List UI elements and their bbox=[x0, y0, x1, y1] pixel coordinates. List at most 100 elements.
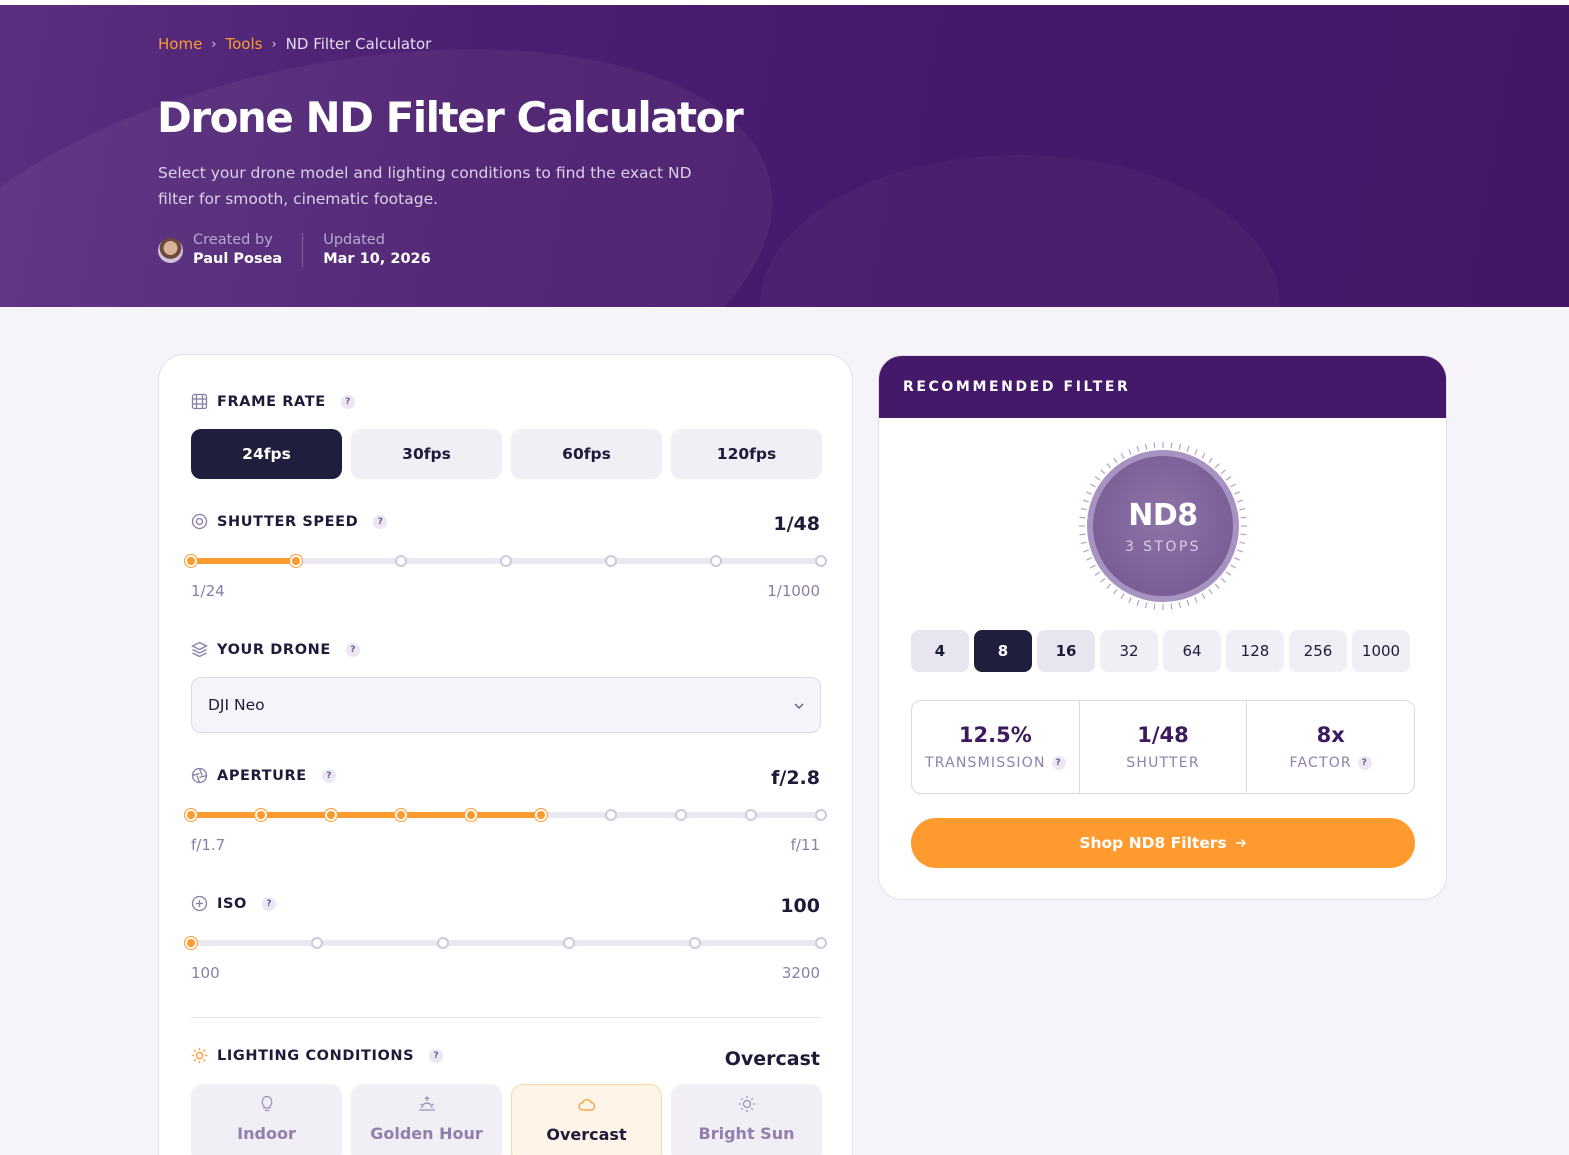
slider-stop[interactable] bbox=[689, 937, 701, 949]
stat-label: SHUTTER bbox=[1126, 755, 1200, 771]
drone-select[interactable]: DJI Neo bbox=[191, 677, 821, 733]
calculator-inputs-card: FRAME RATE ? 24fps 30fps 60fps 120fps SH… bbox=[158, 354, 853, 1155]
stat-value: 12.5% bbox=[958, 723, 1032, 747]
nd-option-16[interactable]: 16 bbox=[1037, 630, 1095, 672]
drone-header: YOUR DRONE ? bbox=[191, 641, 360, 658]
ring-tick bbox=[1236, 499, 1244, 503]
ring-tick bbox=[1230, 564, 1237, 569]
help-icon[interactable]: ? bbox=[340, 394, 355, 409]
help-icon[interactable]: ? bbox=[345, 642, 360, 657]
slider-stop[interactable] bbox=[605, 555, 617, 567]
nd-strength-options: 4 8 16 32 64 128 256 1000 bbox=[911, 630, 1410, 672]
slider-stop[interactable] bbox=[324, 809, 337, 821]
ring-tick bbox=[1186, 445, 1190, 453]
film-grid-icon bbox=[191, 393, 208, 410]
drone-selected-value: DJI Neo bbox=[208, 696, 265, 714]
aperture-slider[interactable] bbox=[185, 807, 827, 823]
chevron-down-icon bbox=[794, 698, 804, 712]
filter-badge-disc: ND8 3 STOPS bbox=[1087, 450, 1239, 602]
ring-tick bbox=[1220, 469, 1226, 475]
aperture-header: APERTURE ? bbox=[191, 767, 336, 784]
ring-tick bbox=[1080, 507, 1087, 511]
filter-badge-title: ND8 bbox=[1128, 497, 1198, 533]
nd-option-64[interactable]: 64 bbox=[1163, 630, 1221, 672]
lighting-option-overcast[interactable]: Overcast bbox=[511, 1084, 662, 1155]
lighting-option-bright-sun[interactable]: Bright Sun bbox=[671, 1084, 822, 1155]
slider-stop[interactable] bbox=[254, 809, 267, 821]
frame-rate-title: FRAME RATE bbox=[217, 393, 326, 410]
ring-tick bbox=[1178, 443, 1182, 450]
aperture-value: f/2.8 bbox=[771, 767, 820, 789]
updated-label: Updated bbox=[323, 232, 385, 248]
nd-option-1000[interactable]: 1000 bbox=[1352, 630, 1410, 672]
slider-stop[interactable] bbox=[710, 555, 722, 567]
ring-tick bbox=[1178, 602, 1182, 609]
slider-stop[interactable] bbox=[464, 809, 477, 821]
breadcrumb-home-link[interactable]: Home bbox=[158, 35, 202, 53]
shop-filters-button[interactable]: Shop ND8 Filters bbox=[911, 818, 1415, 868]
nd-option-32[interactable]: 32 bbox=[1100, 630, 1158, 672]
slider-stop[interactable] bbox=[815, 555, 827, 567]
ring-tick bbox=[1153, 603, 1156, 610]
slider-thumb[interactable] bbox=[535, 809, 547, 821]
shutter-speed-slider[interactable] bbox=[185, 553, 827, 569]
nd-option-256[interactable]: 256 bbox=[1289, 630, 1347, 672]
aperture-min-label: f/1.7 bbox=[191, 836, 226, 854]
section-divider bbox=[191, 1017, 821, 1018]
fps-option-120[interactable]: 120fps bbox=[671, 429, 822, 479]
ring-tick bbox=[1208, 588, 1213, 595]
help-icon[interactable]: ? bbox=[1357, 756, 1372, 770]
lighting-header: LIGHTING CONDITIONS ? bbox=[191, 1047, 444, 1064]
help-icon[interactable]: ? bbox=[1051, 756, 1066, 770]
iso-max-label: 3200 bbox=[781, 964, 820, 982]
slider-stop[interactable] bbox=[395, 809, 407, 821]
iso-slider[interactable] bbox=[185, 935, 827, 951]
shutter-max-label: 1/1000 bbox=[767, 582, 820, 600]
lighting-option-label: Indoor bbox=[237, 1124, 296, 1143]
ring-tick bbox=[1113, 457, 1118, 464]
page-description: Select your drone model and lighting con… bbox=[158, 164, 692, 208]
slider-stop[interactable] bbox=[437, 937, 449, 949]
slider-stop[interactable] bbox=[605, 809, 617, 821]
slider-stop[interactable] bbox=[185, 809, 197, 821]
nd-option-128[interactable]: 128 bbox=[1226, 630, 1284, 672]
help-icon[interactable]: ? bbox=[429, 1048, 444, 1063]
arrow-right-icon bbox=[1235, 834, 1247, 852]
fps-option-60[interactable]: 60fps bbox=[511, 429, 662, 479]
breadcrumb-tools-link[interactable]: Tools bbox=[226, 35, 263, 53]
slider-stop[interactable] bbox=[395, 555, 407, 567]
ring-tick bbox=[1230, 483, 1237, 488]
fps-option-30[interactable]: 30fps bbox=[351, 429, 502, 479]
breadcrumb-current: ND Filter Calculator bbox=[285, 35, 432, 53]
nd-option-8[interactable]: 8 bbox=[974, 630, 1032, 672]
nd-filter-badge: ND8 3 STOPS bbox=[1079, 442, 1247, 610]
slider-thumb[interactable] bbox=[290, 555, 302, 567]
slider-stop[interactable] bbox=[815, 809, 827, 821]
slider-stop[interactable] bbox=[744, 809, 757, 821]
slider-stop[interactable] bbox=[185, 555, 197, 567]
slider-stop[interactable] bbox=[675, 809, 687, 821]
ring-tick bbox=[1240, 516, 1247, 519]
ring-tick bbox=[1236, 549, 1244, 553]
ring-tick bbox=[1113, 588, 1118, 595]
fps-option-24[interactable]: 24fps bbox=[191, 429, 342, 479]
help-icon[interactable]: ? bbox=[261, 896, 276, 911]
ring-tick bbox=[1194, 597, 1198, 603]
ring-tick bbox=[1234, 491, 1240, 495]
slider-stop[interactable] bbox=[815, 937, 827, 949]
slider-stop[interactable] bbox=[500, 555, 512, 567]
lighting-option-golden-hour[interactable]: Golden Hour bbox=[351, 1084, 502, 1155]
lighting-option-indoor[interactable]: Indoor bbox=[191, 1084, 342, 1155]
help-icon[interactable]: ? bbox=[321, 768, 336, 783]
slider-stop[interactable] bbox=[563, 937, 575, 949]
slider-thumb[interactable] bbox=[185, 937, 197, 949]
frame-rate-header: FRAME RATE ? bbox=[191, 393, 355, 410]
lightbulb-icon bbox=[257, 1094, 277, 1114]
nd-option-4[interactable]: 4 bbox=[911, 630, 969, 672]
help-icon[interactable]: ? bbox=[373, 514, 388, 529]
ring-tick bbox=[1128, 449, 1132, 455]
slider-stop[interactable] bbox=[311, 937, 323, 949]
ring-tick bbox=[1144, 602, 1148, 609]
sun-icon bbox=[191, 1047, 208, 1064]
lighting-value: Overcast bbox=[724, 1048, 820, 1070]
